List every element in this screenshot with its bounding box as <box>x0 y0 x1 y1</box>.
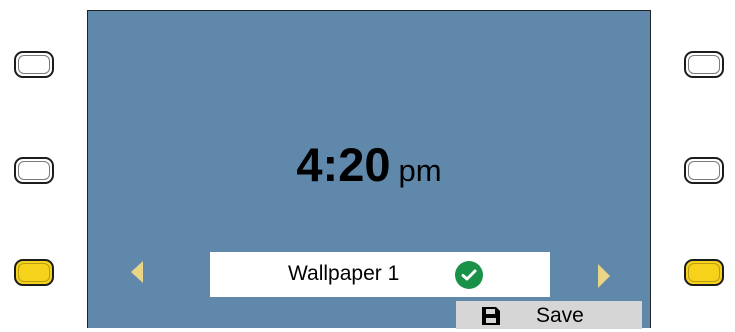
floppy-disk-icon <box>480 305 502 327</box>
right-side-button-3[interactable] <box>684 259 724 286</box>
wallpaper-selector-label: Wallpaper 1 <box>288 262 400 285</box>
display-screen: 4:20 pm Wallpaper 1 Save <box>87 10 651 329</box>
clock-display: 4:20 pm <box>88 137 650 192</box>
clock-meridiem: pm <box>398 153 442 188</box>
left-side-button-1[interactable] <box>14 51 54 78</box>
left-side-button-2[interactable] <box>14 157 54 184</box>
right-side-button-1[interactable] <box>684 51 724 78</box>
right-side-button-2[interactable] <box>684 157 724 184</box>
check-circle-icon <box>455 261 483 289</box>
clock-time: 4:20 <box>296 138 391 191</box>
save-button-label: Save <box>536 304 584 327</box>
left-side-button-3[interactable] <box>14 259 54 286</box>
next-arrow-icon[interactable] <box>598 264 610 288</box>
save-button[interactable]: Save <box>456 301 642 329</box>
wallpaper-selector[interactable]: Wallpaper 1 <box>210 252 550 297</box>
previous-arrow-icon[interactable] <box>131 261 143 283</box>
